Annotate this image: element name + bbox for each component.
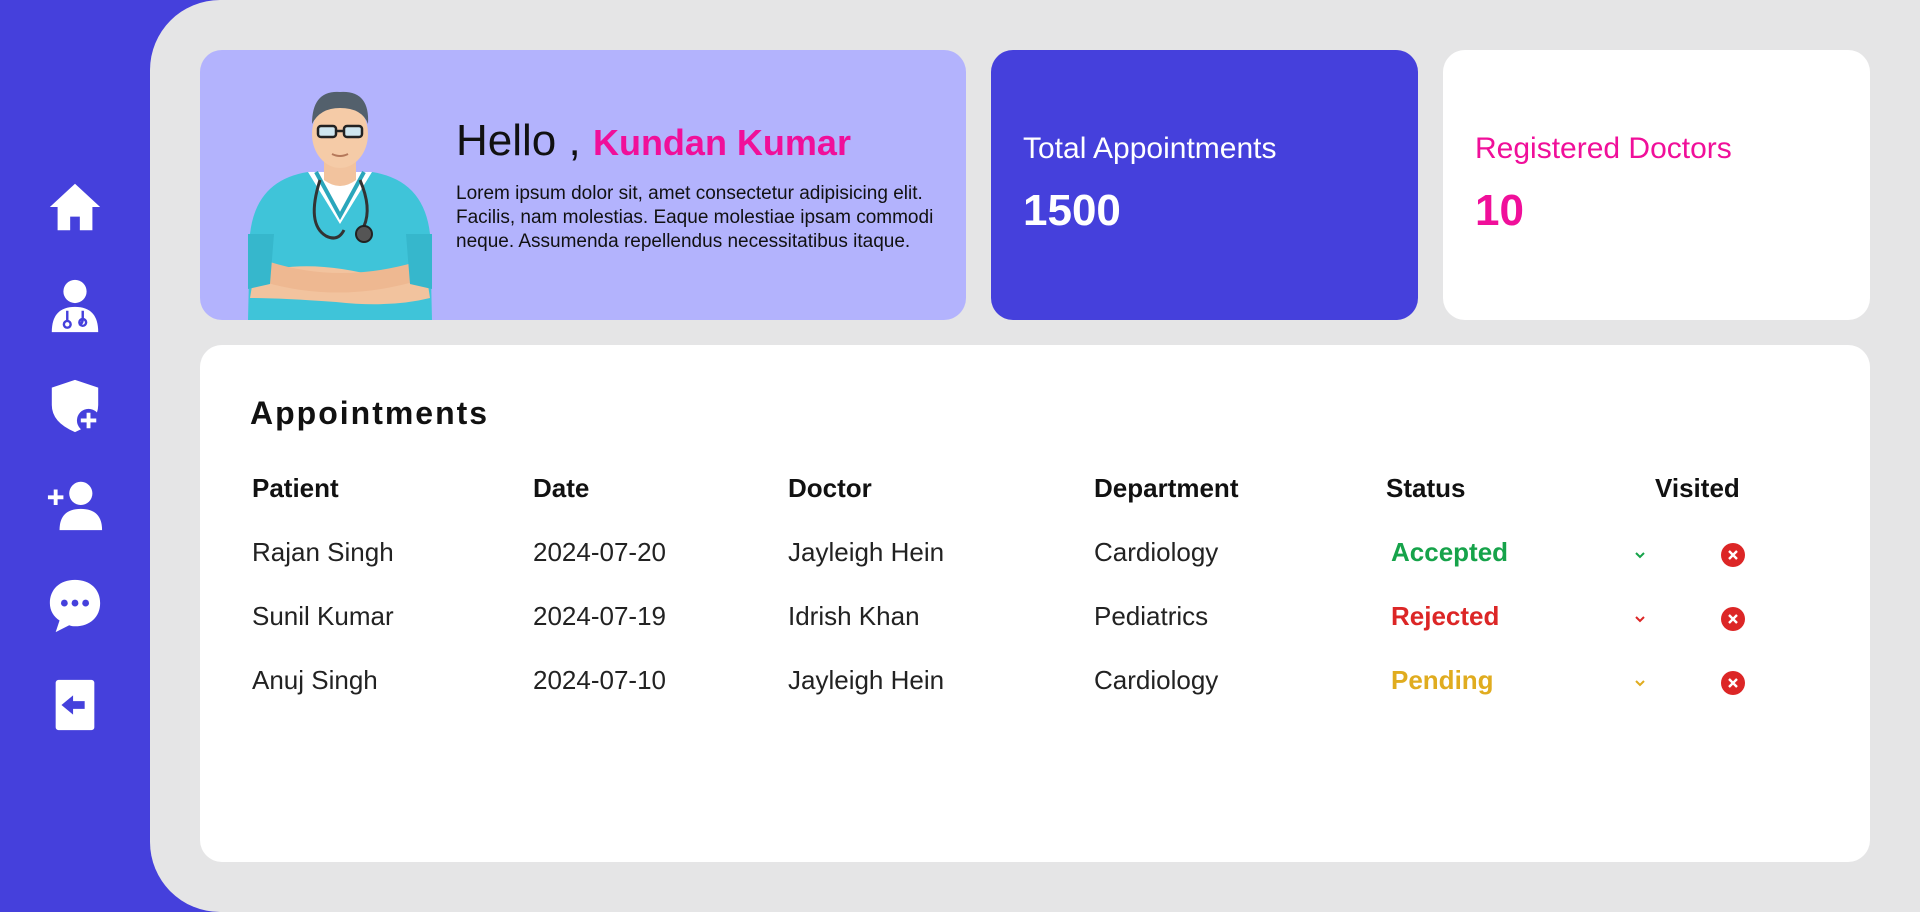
- nav-logout[interactable]: [44, 674, 106, 736]
- doctor-name: Jayleigh Hein: [788, 665, 945, 695]
- nav-shield[interactable]: [44, 374, 106, 436]
- add-user-icon: [47, 481, 103, 531]
- welcome-card: Hello , Kundan Kumar Lorem ipsum dolor s…: [200, 50, 966, 320]
- doctor-name: Jayleigh Hein: [788, 537, 945, 567]
- welcome-description: Lorem ipsum dolor sit, amet consectetur …: [456, 183, 934, 252]
- appointment-date: 2024-07-10: [533, 665, 666, 695]
- appointments-title: Appointments: [250, 395, 490, 431]
- patient-name: Sunil Kumar: [252, 601, 394, 631]
- status-select[interactable]: Accepted: [1391, 537, 1508, 568]
- appointment-date: 2024-07-19: [533, 601, 666, 631]
- visited-toggle[interactable]: [1721, 671, 1745, 695]
- home-icon: [49, 183, 101, 231]
- appointments-table: Appointments Patient Date Doctor Departm…: [200, 345, 1870, 862]
- nav-add-patient[interactable]: [44, 474, 106, 536]
- department: Pediatrics: [1094, 601, 1209, 631]
- sidebar: [0, 0, 150, 912]
- nav-messages[interactable]: [44, 574, 106, 636]
- registered-doctors-label: Registered Doctors: [1475, 132, 1732, 165]
- column-header-visited: Visited: [1655, 473, 1740, 503]
- chevron-down-icon[interactable]: [1630, 673, 1650, 693]
- chat-icon: [49, 579, 101, 633]
- chevron-down-icon[interactable]: [1630, 609, 1650, 629]
- user-name: Kundan Kumar: [592, 122, 851, 163]
- department: Cardiology: [1094, 537, 1219, 567]
- total-appointments-value: 1500: [1023, 186, 1121, 235]
- patient-name: Anuj Singh: [252, 665, 378, 695]
- patient-name: Rajan Singh: [252, 537, 394, 567]
- greeting-text: Hello ,: [456, 116, 581, 165]
- registered-doctors-value: 10: [1475, 186, 1524, 235]
- visited-toggle[interactable]: [1721, 543, 1745, 567]
- main-content: Hello , Kundan Kumar Lorem ipsum dolor s…: [150, 0, 1920, 912]
- status-select[interactable]: Pending: [1391, 665, 1494, 696]
- nav-doctors[interactable]: [44, 274, 106, 336]
- appointment-date: 2024-07-20: [533, 537, 666, 567]
- logout-icon: [55, 679, 95, 731]
- column-header-department: Department: [1094, 473, 1239, 503]
- column-header-status: Status: [1386, 473, 1466, 503]
- registered-doctors-card: Registered Doctors 10: [1443, 50, 1870, 320]
- chevron-down-icon[interactable]: [1630, 545, 1650, 565]
- doctor-icon: [51, 279, 99, 333]
- close-circle-icon: [1728, 678, 1738, 688]
- column-header-date: Date: [533, 473, 590, 503]
- greeting: Hello , Kundan Kumar: [456, 116, 851, 166]
- doctor-illustration: [248, 91, 432, 320]
- total-appointments-card: Total Appointments 1500: [991, 50, 1418, 320]
- close-circle-icon: [1728, 614, 1738, 624]
- nav-home[interactable]: [44, 176, 106, 238]
- shield-plus-icon: [51, 379, 101, 433]
- column-header-doctor: Doctor: [788, 473, 872, 503]
- total-appointments-label: Total Appointments: [1023, 132, 1277, 165]
- status-select[interactable]: Rejected: [1391, 601, 1499, 632]
- column-header-patient: Patient: [252, 473, 339, 503]
- visited-toggle[interactable]: [1721, 607, 1745, 631]
- close-circle-icon: [1728, 550, 1738, 560]
- doctor-name: Idrish Khan: [788, 601, 920, 631]
- department: Cardiology: [1094, 665, 1219, 695]
